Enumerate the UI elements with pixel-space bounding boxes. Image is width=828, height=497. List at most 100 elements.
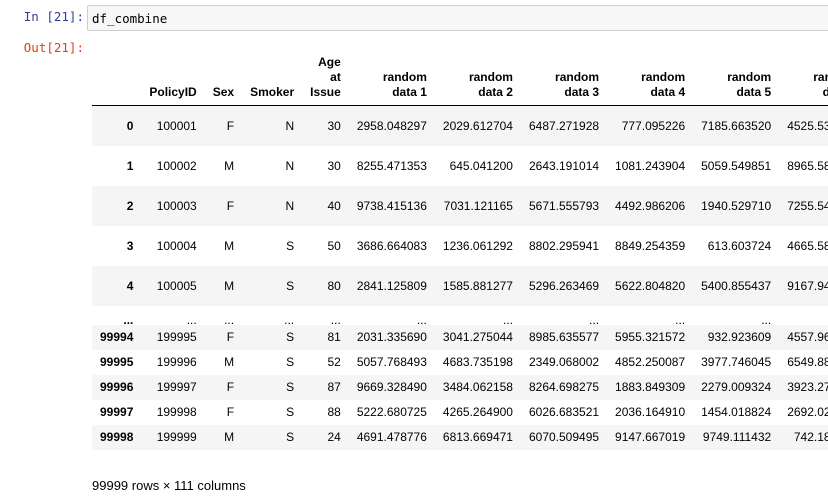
table-cell: 3923.279306 bbox=[787, 380, 828, 394]
column-header-line: Issue bbox=[310, 85, 341, 99]
table-cell: 2279.009324 bbox=[701, 380, 772, 394]
table-cell: N bbox=[285, 118, 295, 133]
table-cell: 6487.271928 bbox=[528, 118, 600, 133]
table-cell: 4525.536752 bbox=[787, 118, 828, 133]
table-cell: 199998 bbox=[156, 405, 197, 419]
table-cell: 8985.635577 bbox=[528, 330, 600, 344]
header-row: PolicyID Sex Smoker Age at Issue random data 1r… bbox=[92, 55, 828, 106]
code-text: df_combine bbox=[92, 11, 168, 26]
table-cell: 100005 bbox=[156, 278, 197, 293]
table-cell: 6549.884689 bbox=[787, 355, 828, 369]
table-cell: 199999 bbox=[156, 430, 197, 444]
table-cell: 1940.529710 bbox=[701, 198, 772, 213]
table-cell: S bbox=[286, 430, 295, 444]
table-cell: 100002 bbox=[156, 158, 197, 173]
table-cell: 645.041200 bbox=[449, 158, 513, 173]
table-cell: ... bbox=[330, 312, 341, 327]
table-cell: 5057.768493 bbox=[356, 355, 427, 369]
dataframe-output: PolicyID Sex Smoker Age at Issue random data 1r… bbox=[92, 55, 828, 450]
column-header: Smoker bbox=[242, 55, 303, 106]
table-cell: 30 bbox=[327, 118, 341, 133]
column-header: randomdata 6 bbox=[779, 55, 828, 106]
table-row: 99994 199995 F S 81 2031.335690 3041.275044 898… bbox=[92, 324, 828, 350]
column-header-line: random bbox=[555, 70, 600, 84]
table-cell: ... bbox=[186, 312, 197, 327]
dataframe-table: PolicyID Sex Smoker Age at Issue random data 1r… bbox=[92, 55, 828, 450]
column-header-line: random bbox=[382, 70, 427, 84]
table-cell: 199996 bbox=[156, 355, 197, 369]
table-cell: S bbox=[286, 405, 295, 419]
table-cell: 777.095226 bbox=[621, 118, 686, 133]
table-cell: 5296.263469 bbox=[528, 278, 600, 293]
row-index: 99995 bbox=[100, 355, 134, 369]
table-cell: 8849.254359 bbox=[615, 238, 686, 253]
table-cell: 100004 bbox=[156, 238, 197, 253]
table-cell: 9738.415136 bbox=[356, 198, 427, 213]
table-cell: 199997 bbox=[156, 380, 197, 394]
row-index: 1 bbox=[126, 158, 134, 173]
table-cell: 6026.683521 bbox=[528, 405, 600, 419]
input-prompt: In [21]: bbox=[23, 9, 84, 24]
table-cell: 2841.125809 bbox=[356, 278, 427, 293]
table-cell: 8255.471353 bbox=[356, 158, 427, 173]
column-header-line: data 5 bbox=[736, 85, 772, 99]
table-cell: 2031.335690 bbox=[356, 330, 427, 344]
column-header-line: at bbox=[330, 70, 341, 84]
table-cell: F bbox=[226, 198, 235, 213]
table-cell: 5622.804820 bbox=[615, 278, 686, 293]
row-index: ... bbox=[123, 312, 134, 327]
table-cell: 8965.582402 bbox=[787, 158, 828, 173]
column-header: random data 4 bbox=[607, 55, 694, 106]
table-cell: 4852.250087 bbox=[615, 355, 686, 369]
table-cell: N bbox=[285, 198, 295, 213]
table-cell: 2692.027291 bbox=[787, 405, 828, 419]
code-input-cell[interactable]: df_combine bbox=[87, 5, 828, 31]
table-cell: 3686.664083 bbox=[356, 238, 427, 253]
row-index: 4 bbox=[126, 278, 134, 293]
table-cell: F bbox=[226, 405, 235, 419]
table-cell: 4683.735198 bbox=[442, 355, 513, 369]
table-cell: ... bbox=[416, 312, 427, 327]
row-index: 99997 bbox=[100, 405, 134, 419]
table-row: 99998 199999 M S 24 4691.478776 6813.669471 607… bbox=[92, 424, 828, 450]
table-cell: 80 bbox=[327, 278, 341, 293]
table-row: ................................. bbox=[92, 306, 828, 327]
table-cell: 5222.680725 bbox=[356, 405, 427, 419]
table-cell: 199995 bbox=[156, 330, 197, 344]
column-header: random data 1 bbox=[348, 55, 435, 106]
table-cell: 932.923609 bbox=[707, 330, 772, 344]
table-cell: ... bbox=[761, 312, 772, 327]
row-index: 0 bbox=[126, 118, 134, 133]
column-header-line: data 4 bbox=[650, 85, 686, 99]
table-cell: 7185.663520 bbox=[701, 118, 772, 133]
table-cell: 52 bbox=[327, 355, 341, 369]
column-header-line: data 1 bbox=[392, 85, 427, 99]
column-header-line: PolicyID bbox=[149, 85, 197, 99]
table-cell: S bbox=[286, 380, 295, 394]
table-cell: 9167.940753 bbox=[787, 278, 828, 293]
table-cell: 30 bbox=[327, 158, 341, 173]
table-cell: 9669.328490 bbox=[356, 380, 427, 394]
column-header-line: data 2 bbox=[478, 85, 513, 99]
table-row: 99997 199998 F S 88 5222.680725 4265.264900 602… bbox=[92, 400, 828, 425]
table-cell: 4691.478776 bbox=[356, 430, 427, 444]
table-cell: 5400.855437 bbox=[701, 278, 772, 293]
table-cell: 8802.295941 bbox=[528, 238, 600, 253]
table-cell: 8264.698275 bbox=[528, 380, 600, 394]
column-header-line: Age bbox=[318, 55, 341, 69]
table-cell: 613.603724 bbox=[707, 238, 772, 253]
table-cell: M bbox=[224, 158, 235, 173]
table-cell: S bbox=[286, 278, 295, 293]
table-cell: 4665.589614 bbox=[787, 238, 828, 253]
row-index: 99996 bbox=[100, 380, 134, 394]
table-cell: 40 bbox=[327, 198, 341, 213]
table-cell: 2029.612704 bbox=[442, 118, 513, 133]
column-header-line: random bbox=[641, 70, 686, 84]
table-cell: 2643.191014 bbox=[528, 158, 600, 173]
column-header-line: data 6 bbox=[822, 85, 828, 99]
table-cell: 6070.509495 bbox=[528, 430, 600, 444]
table-cell: 3041.275044 bbox=[442, 330, 513, 344]
table-cell: 4265.264900 bbox=[442, 405, 513, 419]
column-header-line: random bbox=[468, 70, 513, 84]
table-cell: S bbox=[286, 330, 295, 344]
